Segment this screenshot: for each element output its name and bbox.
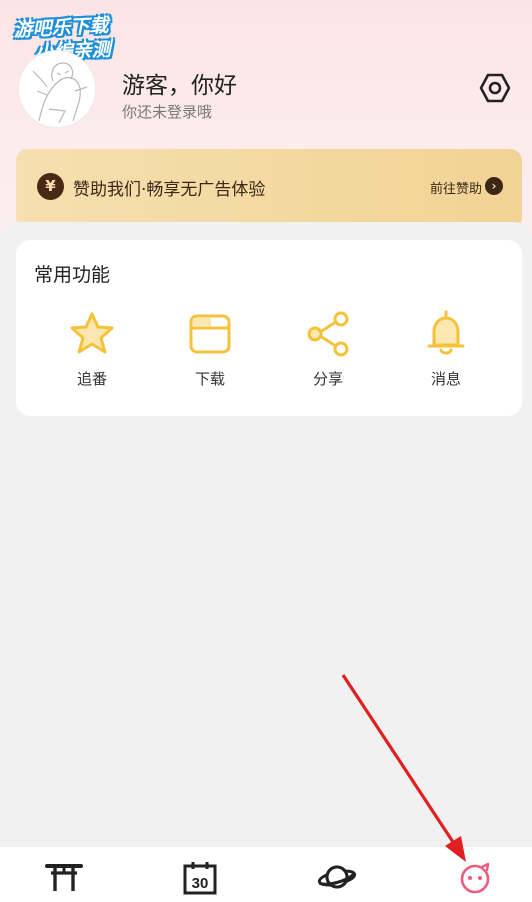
- function-label: 追番: [76, 370, 107, 388]
- main-panel: 常用功能 追番 下载 分享 消息: [0, 222, 532, 846]
- function-messages[interactable]: 消息: [406, 310, 486, 394]
- planet-icon: [317, 865, 357, 889]
- avatar-sketch-icon: [32, 62, 88, 124]
- calendar-30-icon: 30: [183, 862, 217, 895]
- nav-discover[interactable]: [317, 861, 357, 895]
- yen-icon: ¥: [37, 173, 64, 200]
- folder-icon: [189, 314, 231, 354]
- avatar[interactable]: [18, 50, 96, 128]
- face-icon: [460, 862, 490, 894]
- settings-hex-icon: [479, 73, 511, 103]
- nav-profile[interactable]: [455, 861, 495, 895]
- sponsor-banner[interactable]: ¥ 赞助我们·畅享无广告体验 前往赞助 ›: [16, 149, 522, 229]
- torii-icon: [45, 864, 83, 891]
- login-hint[interactable]: 你还未登录哦: [122, 101, 212, 122]
- settings-button[interactable]: [477, 70, 513, 106]
- calendar-day: 30: [192, 875, 209, 892]
- function-follow[interactable]: 追番: [52, 310, 132, 394]
- function-label: 消息: [430, 370, 461, 388]
- share-icon: [307, 311, 349, 357]
- card-title: 常用功能: [34, 264, 111, 286]
- sponsor-link[interactable]: 前往赞助: [430, 178, 482, 197]
- function-label: 下载: [194, 370, 225, 388]
- bell-icon: [427, 310, 465, 355]
- function-label: 分享: [312, 370, 343, 388]
- chevron-right-icon: ›: [485, 177, 503, 195]
- star-icon: [70, 312, 114, 354]
- function-download[interactable]: 下载: [170, 310, 250, 394]
- function-share[interactable]: 分享: [288, 310, 368, 394]
- sponsor-text: 赞助我们·畅享无广告体验: [73, 180, 266, 200]
- nav-home[interactable]: [44, 861, 84, 895]
- greeting-text: 游客，你好: [122, 73, 237, 99]
- common-functions-card: 常用功能 追番 下载 分享 消息: [16, 240, 522, 416]
- nav-calendar[interactable]: 30: [180, 861, 220, 895]
- bottom-navigation: 30: [0, 846, 532, 902]
